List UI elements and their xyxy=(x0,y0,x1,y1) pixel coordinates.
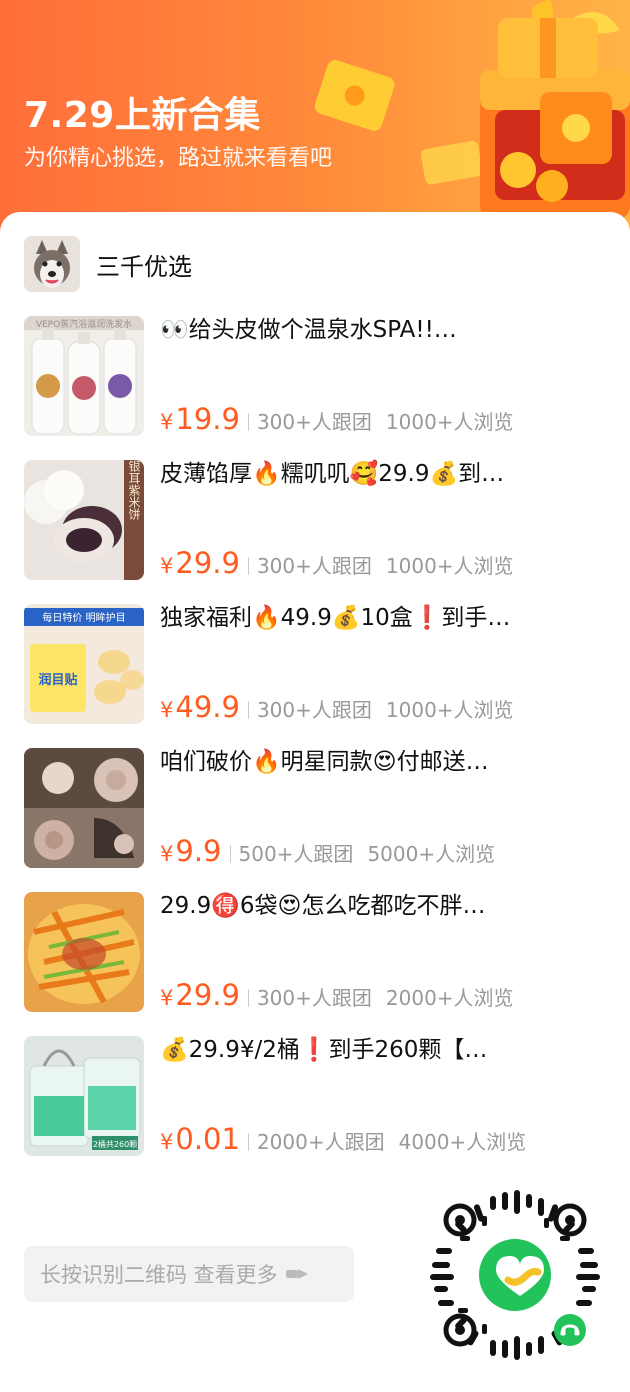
group-count: 300+人跟团 xyxy=(256,986,372,1010)
divider xyxy=(247,1133,249,1151)
group-count: 500+人跟团 xyxy=(238,842,354,866)
product-meta: ¥9.9 500+人跟团 5000+人浏览 xyxy=(160,834,495,868)
gift-box-icon xyxy=(314,0,630,220)
rice-cake-image-icon: 山药银耳紫米饼 xyxy=(24,460,144,580)
divider xyxy=(229,845,231,863)
price-value: 49.9 xyxy=(175,690,240,724)
price-value: 29.9 xyxy=(175,978,240,1012)
price-value: 0.01 xyxy=(175,1122,240,1156)
product-thumbnail[interactable] xyxy=(24,892,144,1012)
group-count: 300+人跟团 xyxy=(256,698,372,722)
divider xyxy=(247,989,249,1007)
thumb-text: 每日特价 明眸护目 xyxy=(42,611,125,624)
price-value: 29.9 xyxy=(175,546,240,580)
product-price: ¥29.9 xyxy=(160,978,240,1012)
product-thumbnail[interactable] xyxy=(24,748,144,868)
divider xyxy=(247,701,249,719)
view-count: 4000+人浏览 xyxy=(398,1130,527,1154)
product-title[interactable]: 29.9🉐6袋😍怎么吃都吃不胖… xyxy=(160,890,610,922)
view-count: 2000+人浏览 xyxy=(385,986,514,1010)
laundry-pods-image-icon: 2桶共260颗 xyxy=(24,1036,144,1156)
price-value: 19.9 xyxy=(175,402,240,436)
price-value: 9.9 xyxy=(175,834,222,868)
view-more-label: 长按识别二维码 查看更多 xyxy=(40,1263,278,1287)
product-thumbnail[interactable]: 2桶共260颗 xyxy=(24,1036,144,1156)
product-meta: ¥0.01 2000+人跟团 4000+人浏览 xyxy=(160,1122,526,1156)
product-price: ¥29.9 xyxy=(160,546,240,580)
product-item[interactable]: 2桶共260颗 💰29.9¥/2桶❗到手260颗【… ¥0.01 2000+人跟… xyxy=(24,1036,614,1156)
group-count: 300+人跟团 xyxy=(256,410,372,434)
hero-banner: 7.29上新合集 为你精心挑选，路过就来看看吧 xyxy=(0,0,630,240)
view-count: 1000+人浏览 xyxy=(385,554,514,578)
currency-symbol: ¥ xyxy=(160,410,174,434)
product-item[interactable]: 山药银耳紫米饼 皮薄馅厚🔥糯叽叽🥰29.9💰到… ¥29.9 300+人跟团 1… xyxy=(24,460,614,580)
view-count: 5000+人浏览 xyxy=(367,842,496,866)
product-meta: ¥29.9 300+人跟团 1000+人浏览 xyxy=(160,546,514,580)
divider xyxy=(247,557,249,575)
hair-clip-image-icon xyxy=(24,748,144,868)
product-title[interactable]: 👀给头皮做个温泉水SPA!!… xyxy=(160,314,610,346)
currency-symbol: ¥ xyxy=(160,698,174,722)
product-meta: ¥19.9 300+人跟团 1000+人浏览 xyxy=(160,402,514,436)
shop-header[interactable]: 三千优选 xyxy=(24,236,192,292)
noodle-dish-image-icon xyxy=(24,892,144,1012)
product-price: ¥9.9 xyxy=(160,834,222,868)
view-count: 1000+人浏览 xyxy=(385,410,514,434)
mini-program-qr-code[interactable] xyxy=(430,1190,600,1360)
thumb-text: 2桶共260颗 xyxy=(93,1139,137,1149)
currency-symbol: ¥ xyxy=(160,842,174,866)
group-count: 300+人跟团 xyxy=(256,554,372,578)
eye-patch-image-icon: 每日特价 明眸护目 润目贴 xyxy=(24,604,144,724)
currency-symbol: ¥ xyxy=(160,554,174,578)
product-thumbnail[interactable]: 山药银耳紫米饼 xyxy=(24,460,144,580)
shampoo-image-icon: VEPO蒸汽浴滋润洗发水 xyxy=(24,316,144,436)
view-more-button[interactable]: 长按识别二维码 查看更多 xyxy=(24,1246,354,1302)
product-item[interactable]: 咱们破价🔥明星同款😍付邮送… ¥9.9 500+人跟团 5000+人浏览 xyxy=(24,748,614,868)
product-title[interactable]: 独家福利🔥49.9💰10盒❗到手… xyxy=(160,602,610,634)
product-price: ¥0.01 xyxy=(160,1122,240,1156)
product-item[interactable]: 29.9🉐6袋😍怎么吃都吃不胖… ¥29.9 300+人跟团 2000+人浏览 xyxy=(24,892,614,1012)
avatar[interactable] xyxy=(24,236,80,292)
product-title[interactable]: 咱们破价🔥明星同款😍付邮送… xyxy=(160,746,610,778)
currency-symbol: ¥ xyxy=(160,986,174,1010)
product-price: ¥19.9 xyxy=(160,402,240,436)
hand-pointer-icon xyxy=(285,1269,308,1279)
view-count: 1000+人浏览 xyxy=(385,698,514,722)
product-meta: ¥29.9 300+人跟团 2000+人浏览 xyxy=(160,978,514,1012)
page-title: 7.29上新合集 xyxy=(24,95,261,136)
product-title[interactable]: 💰29.9¥/2桶❗到手260颗【… xyxy=(160,1034,610,1066)
product-thumbnail[interactable]: 每日特价 明眸护目 润目贴 xyxy=(24,604,144,724)
product-item[interactable]: VEPO蒸汽浴滋润洗发水 👀给头皮做个温泉水SPA!!… ¥19.9 300+人… xyxy=(24,316,614,436)
product-title[interactable]: 皮薄馅厚🔥糯叽叽🥰29.9💰到… xyxy=(160,458,610,490)
husky-avatar-icon xyxy=(24,236,80,292)
product-thumbnail[interactable]: VEPO蒸汽浴滋润洗发水 xyxy=(24,316,144,436)
thumb-text: 润目贴 xyxy=(38,672,77,688)
product-meta: ¥49.9 300+人跟团 1000+人浏览 xyxy=(160,690,514,724)
group-count: 2000+人跟团 xyxy=(256,1130,385,1154)
shop-name[interactable]: 三千优选 xyxy=(96,247,192,282)
product-item[interactable]: 每日特价 明眸护目 润目贴 独家福利🔥49.9💰10盒❗到手… ¥49.9 30… xyxy=(24,604,614,724)
product-price: ¥49.9 xyxy=(160,690,240,724)
divider xyxy=(247,413,249,431)
currency-symbol: ¥ xyxy=(160,1130,174,1154)
thumb-text: 山药银耳紫米饼 xyxy=(127,460,141,521)
